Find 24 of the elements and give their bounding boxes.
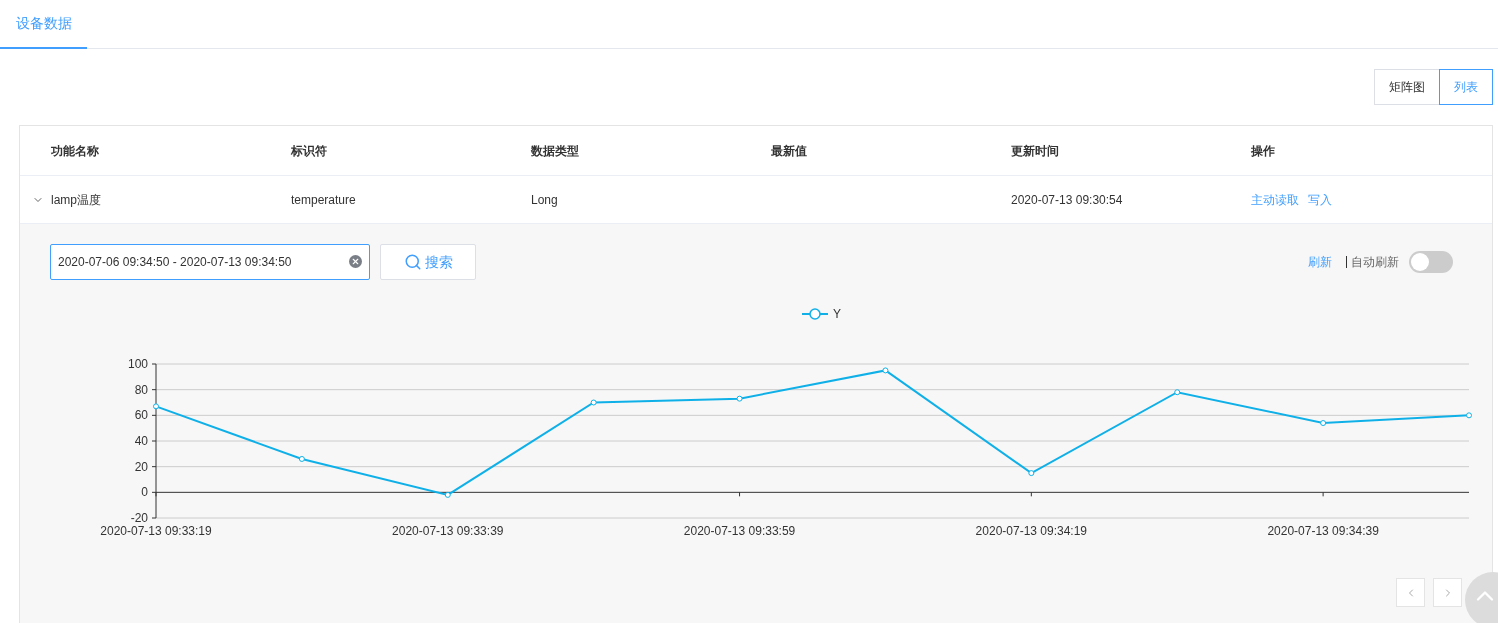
table-cell: Long [531, 192, 558, 207]
y-axis-label: 20 [134, 459, 148, 474]
table-cell: 2020-07-13 09:30:54 [1011, 192, 1123, 207]
column-header: 功能名称 [51, 142, 100, 160]
x-axis-label: 2020-07-13 09:33:59 [683, 524, 796, 538]
x-axis-label: 2020-07-13 09:34:39 [1267, 524, 1379, 538]
column-header: 操作 [1251, 142, 1276, 160]
table-cell: temperature [291, 192, 356, 207]
table-cell: lamp温度 [51, 192, 101, 207]
legend-label: Y [833, 307, 842, 321]
column-header: 数据类型 [531, 142, 580, 160]
x-axis-label: 2020-07-13 09:33:19 [100, 524, 212, 538]
y-axis-label: -20 [130, 511, 148, 525]
auto-refresh-label: 自动刷新 [1351, 254, 1399, 271]
column-header: 标识符 [291, 142, 328, 160]
x-axis-label: 2020-07-13 09:34:19 [975, 524, 1088, 538]
y-axis-label: 0 [141, 485, 148, 500]
column-header: 最新值 [771, 142, 808, 160]
column-header: 更新时间 [1011, 142, 1060, 160]
y-axis-label: 60 [134, 408, 148, 423]
y-axis-label: 40 [134, 434, 148, 448]
y-axis-label: 100 [127, 357, 148, 371]
x-axis-label: 2020-07-13 09:33:39 [392, 524, 504, 538]
y-axis-label: 80 [134, 382, 148, 397]
